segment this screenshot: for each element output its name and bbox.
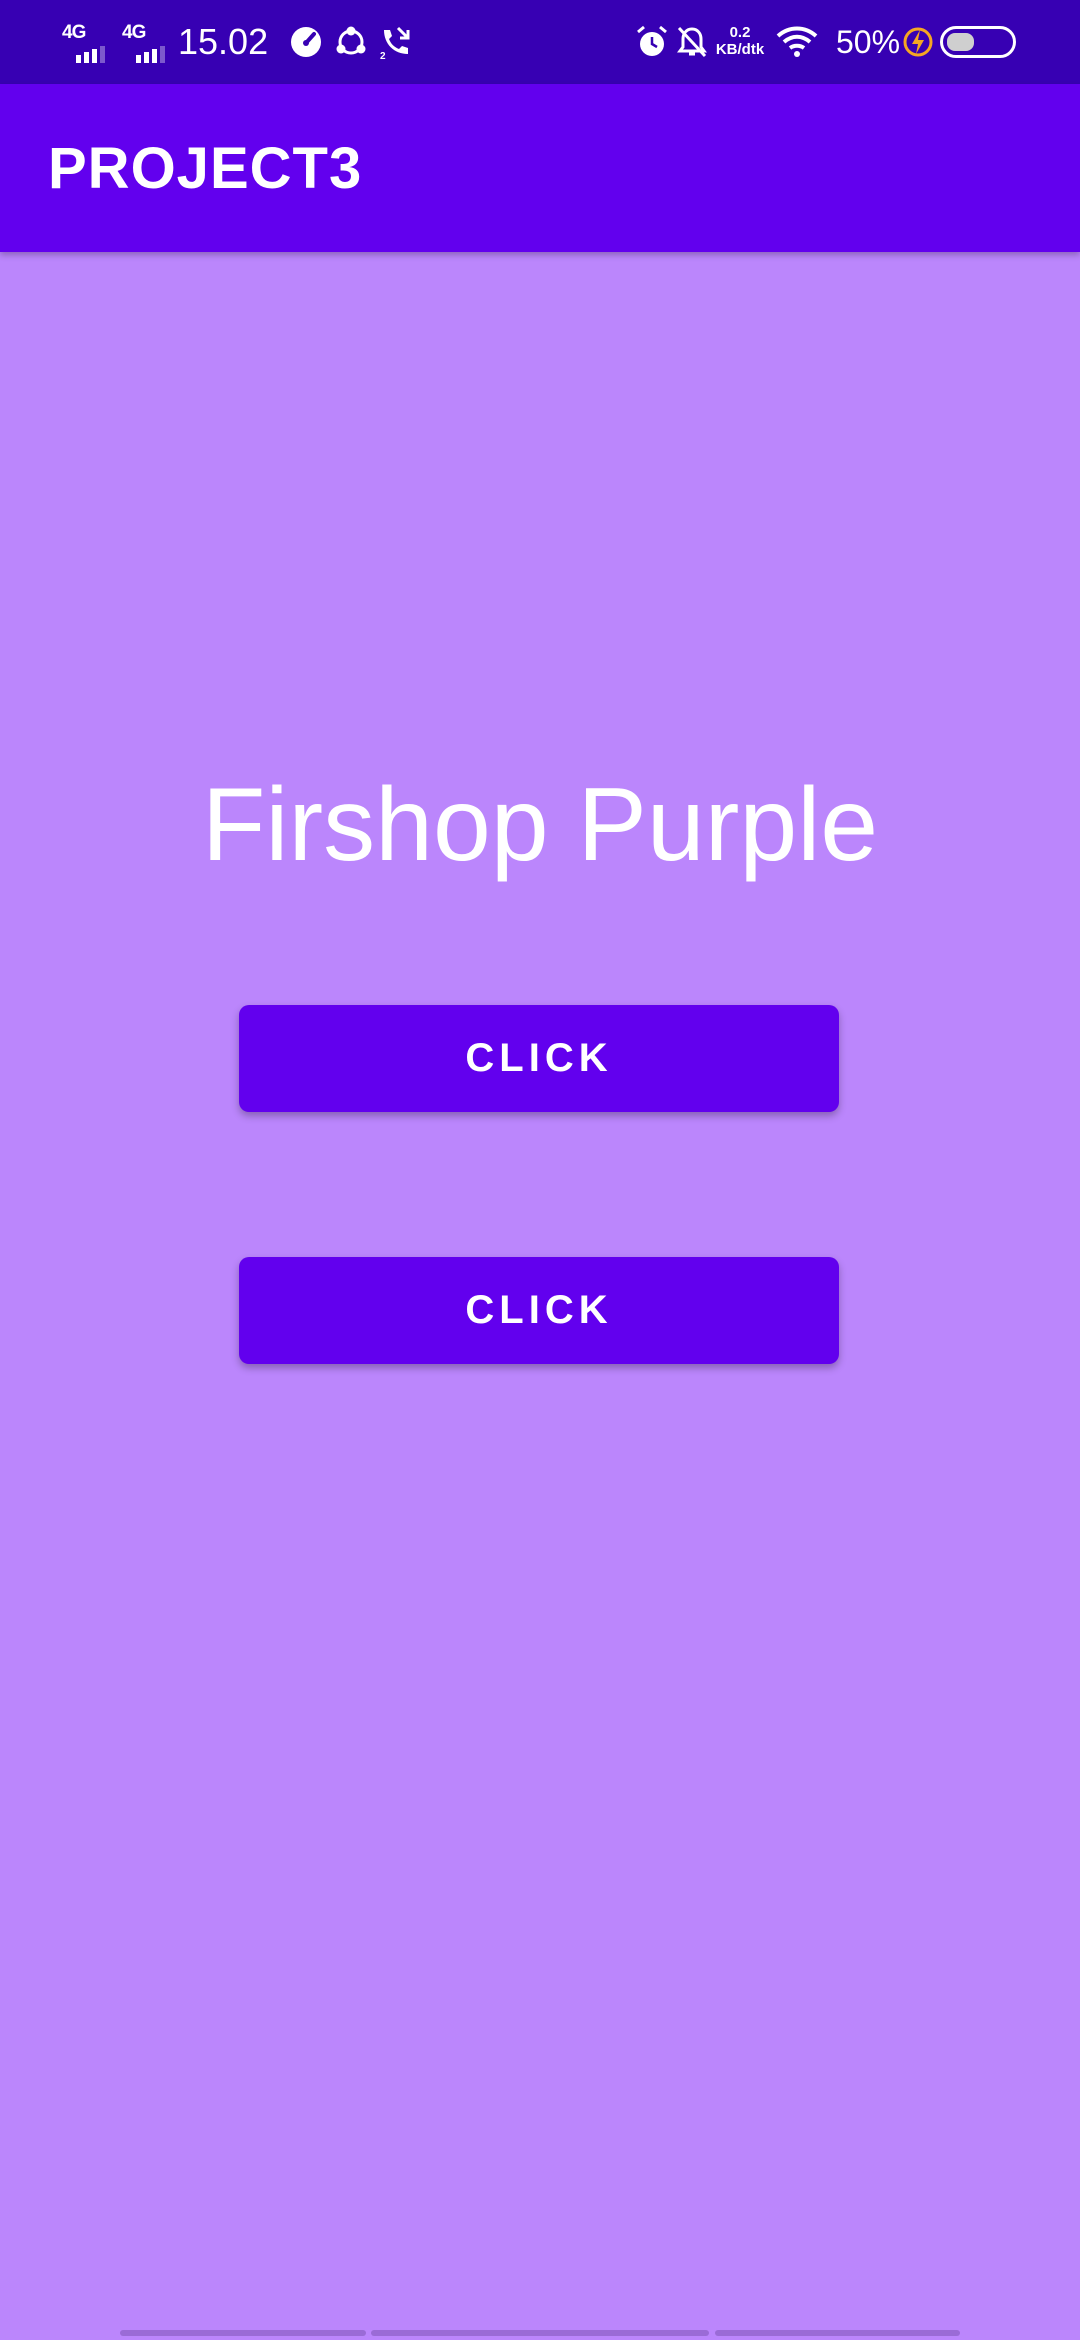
data-speed-value: 0.2 xyxy=(729,24,751,41)
bell-off-icon xyxy=(677,26,707,58)
battery-level xyxy=(947,33,974,51)
signal-4g-sim2: 4G xyxy=(122,20,174,64)
share-icon xyxy=(336,26,366,55)
battery-percent: 50% xyxy=(836,24,901,60)
network-type-label: 4G xyxy=(122,22,146,43)
app-title: PROJECT3 xyxy=(48,135,363,201)
battery-icon xyxy=(940,26,1016,58)
app-bar: PROJECT3 xyxy=(0,84,1080,252)
data-speed-unit: KB/dtk xyxy=(715,41,765,58)
alarm-icon xyxy=(637,25,667,56)
missed-call-icon: 2 xyxy=(380,26,410,60)
nav-gesture-bar-center xyxy=(371,2330,709,2336)
data-speed: 0.2 KB/dtk xyxy=(712,24,768,58)
svg-text:2: 2 xyxy=(380,51,386,60)
network-type-label: 4G xyxy=(62,22,86,43)
signal-4g-sim1: 4G xyxy=(62,20,114,64)
nav-gesture-bar-right xyxy=(715,2330,960,2336)
status-time: 15.02 xyxy=(178,21,269,62)
signal-bars-icon xyxy=(136,46,165,63)
speedometer-icon xyxy=(291,27,321,57)
headline-text: Firshop Purple xyxy=(201,767,879,883)
click-button-2[interactable]: CLICK xyxy=(239,1257,839,1364)
click-button-1[interactable]: CLICK xyxy=(239,1005,839,1112)
wifi-icon xyxy=(776,26,818,57)
charging-icon xyxy=(903,27,933,57)
nav-gesture-bar-left xyxy=(120,2330,366,2336)
signal-bars-icon xyxy=(76,46,105,63)
status-bar: 4G 4G 15.02 2 0.2 KB/dtk 50% xyxy=(0,0,1080,84)
